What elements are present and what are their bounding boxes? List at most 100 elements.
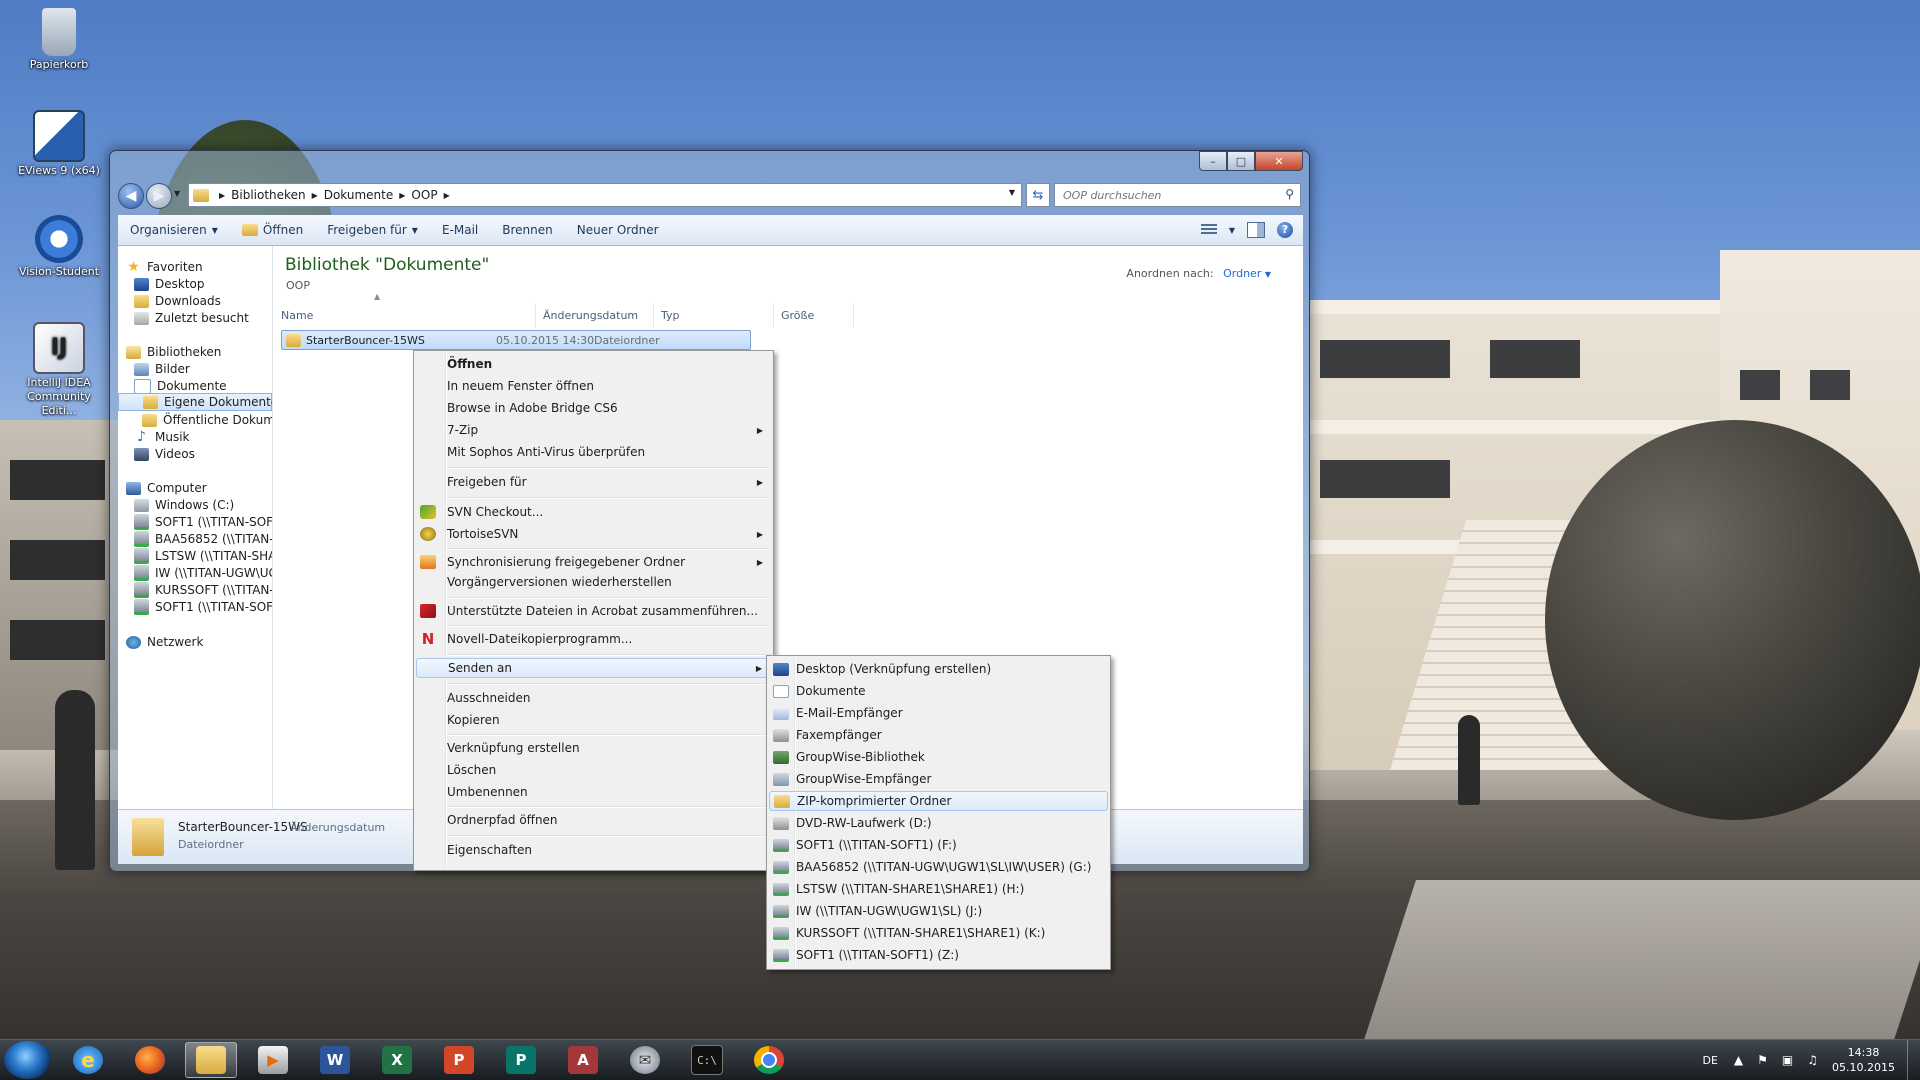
recent-pages-dropdown-icon[interactable]: ▼	[174, 189, 180, 198]
taskbar-chrome[interactable]	[743, 1042, 795, 1078]
taskbar-word[interactable]: W	[309, 1042, 361, 1078]
desktop-icon-recycle-bin[interactable]: Papierkorb	[11, 8, 107, 72]
sendto-zip-folder[interactable]: ZIP-komprimierter Ordner	[769, 791, 1108, 811]
nav-item-drive-j[interactable]: IW (\\TITAN-UGW\UGW1\SL) (J:)	[134, 564, 272, 582]
menu-item-sync-shared-folders[interactable]: Synchronisierung freigegebener Ordner ▶	[416, 552, 771, 572]
email-button[interactable]: E-Mail	[430, 223, 490, 237]
taskbar-excel[interactable]: X	[371, 1042, 423, 1078]
column-header-name[interactable]: Name	[274, 303, 536, 327]
taskbar-access[interactable]: A	[557, 1042, 609, 1078]
show-desktop-button[interactable]	[1907, 1040, 1920, 1080]
forward-button[interactable]: ▶	[146, 183, 172, 209]
sendto-drive-j[interactable]: IW (\\TITAN-UGW\UGW1\SL) (J:)	[769, 901, 1108, 921]
view-options-icon[interactable]	[1200, 224, 1217, 236]
menu-item-restore-previous[interactable]: Vorgängerversionen wiederherstellen	[416, 572, 771, 592]
menu-item-tortoisesvn[interactable]: TortoiseSVN ▶	[416, 524, 771, 544]
address-bar[interactable]: ▶ Bibliotheken ▶ Dokumente ▶ OOP ▶ ▼	[188, 183, 1022, 207]
sendto-drive-f[interactable]: SOFT1 (\\TITAN-SOFT1) (F:)	[769, 835, 1108, 855]
nav-item-pictures[interactable]: Bilder	[134, 360, 190, 378]
taskbar-mail[interactable]: ✉	[619, 1042, 671, 1078]
menu-item-novell-copy[interactable]: N Novell-Dateikopierprogramm...	[416, 629, 771, 649]
menu-item-open-folder-path[interactable]: Ordnerpfad öffnen	[416, 810, 771, 830]
network-status-icon[interactable]: ▣	[1782, 1053, 1793, 1067]
back-button[interactable]: ◀	[118, 183, 144, 209]
arrange-by-dropdown[interactable]: Ordner ▼	[1223, 267, 1271, 280]
nav-item-libraries[interactable]: Bibliotheken	[126, 343, 221, 361]
nav-item-public-documents[interactable]: Öffentliche Dokumente	[142, 411, 272, 429]
search-box[interactable]: ⚲	[1054, 183, 1301, 207]
help-icon[interactable]: ?	[1277, 222, 1293, 238]
menu-item-share-with[interactable]: Freigeben für ▶	[416, 472, 771, 492]
burn-button[interactable]: Brennen	[490, 223, 564, 237]
language-indicator[interactable]: DE	[1702, 1054, 1717, 1067]
sendto-drive-z[interactable]: SOFT1 (\\TITAN-SOFT1) (Z:)	[769, 945, 1108, 965]
nav-item-favorites[interactable]: ★ Favoriten	[126, 258, 202, 276]
volume-icon[interactable]: ♫	[1807, 1053, 1818, 1067]
nav-item-drive-z[interactable]: SOFT1 (\\TITAN-SOFT1) (Z:)	[134, 598, 272, 616]
chevron-right-icon[interactable]: ▶	[444, 191, 450, 200]
start-button[interactable]	[4, 1041, 52, 1079]
sendto-drive-h[interactable]: LSTSW (\\TITAN-SHARE1\SHARE1) (H:)	[769, 879, 1108, 899]
nav-item-drive-c[interactable]: Windows (C:)	[134, 496, 234, 514]
sendto-drive-k[interactable]: KURSSOFT (\\TITAN-SHARE1\SHARE1) (K:)	[769, 923, 1108, 943]
desktop-icon-vision[interactable]: Vision-Student	[11, 215, 107, 279]
taskbar-powerpoint[interactable]: P	[433, 1042, 485, 1078]
nav-item-drive-k[interactable]: KURSSOFT (\\TITAN-SHARE1\SHARE1) (K:)	[134, 581, 272, 599]
breadcrumb-bibliotheken[interactable]: Bibliotheken	[231, 188, 305, 202]
menu-item-adobe-bridge[interactable]: Browse in Adobe Bridge CS6	[416, 398, 771, 418]
sendto-fax-recipient[interactable]: Faxempfänger	[769, 725, 1108, 745]
menu-item-create-shortcut[interactable]: Verknüpfung erstellen	[416, 738, 771, 758]
sendto-groupwise-recipient[interactable]: GroupWise-Empfänger	[769, 769, 1108, 789]
breadcrumb-oop[interactable]: OOP	[411, 188, 437, 202]
preview-pane-icon[interactable]	[1247, 222, 1265, 238]
column-header-date[interactable]: Änderungsdatum	[536, 303, 654, 327]
taskbar-internet-explorer[interactable]: e	[62, 1042, 114, 1078]
breadcrumb-dokumente[interactable]: Dokumente	[324, 188, 394, 202]
search-icon[interactable]: ⚲	[1285, 187, 1294, 201]
menu-item-copy[interactable]: Kopieren	[416, 710, 771, 730]
menu-item-open[interactable]: Öffnen	[416, 354, 771, 374]
menu-item-send-to[interactable]: Senden an ▶	[416, 658, 771, 678]
sendto-mail-recipient[interactable]: E-Mail-Empfänger	[769, 703, 1108, 723]
taskbar-media-player[interactable]: ▶	[247, 1042, 299, 1078]
sendto-drive-g[interactable]: BAA56852 (\\TITAN-UGW\UGW1\SL\IW\USER) (…	[769, 857, 1108, 877]
nav-item-drive-g[interactable]: BAA56852 (\\TITAN-UGW\UGW1\SL\IW\USER) (…	[134, 530, 272, 548]
new-folder-button[interactable]: Neuer Ordner	[565, 223, 671, 237]
menu-item-delete[interactable]: Löschen	[416, 760, 771, 780]
refresh-button[interactable]: ⇆	[1026, 183, 1050, 207]
show-hidden-icons-icon[interactable]: ▲	[1734, 1053, 1743, 1067]
sendto-dvd-drive[interactable]: DVD-RW-Laufwerk (D:)	[769, 813, 1108, 833]
taskbar-publisher[interactable]: P	[495, 1042, 547, 1078]
column-header-size[interactable]: Größe	[774, 303, 854, 327]
menu-item-properties[interactable]: Eigenschaften	[416, 840, 771, 860]
minimize-button[interactable]: –	[1199, 151, 1227, 171]
nav-item-my-documents[interactable]: Eigene Dokumente	[118, 393, 272, 411]
nav-item-music[interactable]: ♪ Musik	[134, 428, 189, 446]
taskbar-command-prompt[interactable]: C:\	[681, 1042, 733, 1078]
chevron-right-icon[interactable]: ▶	[312, 191, 318, 200]
sendto-documents[interactable]: Dokumente	[769, 681, 1108, 701]
nav-item-desktop[interactable]: Desktop	[134, 275, 205, 293]
nav-item-drive-h[interactable]: LSTSW (\\TITAN-SHARE1\SHARE1) (H:)	[134, 547, 272, 565]
column-header-type[interactable]: Typ	[654, 303, 774, 327]
sendto-desktop[interactable]: Desktop (Verknüpfung erstellen)	[769, 659, 1108, 679]
nav-item-network[interactable]: Netzwerk	[126, 633, 203, 651]
address-dropdown-icon[interactable]: ▼	[1009, 188, 1015, 197]
nav-item-drive-f[interactable]: SOFT1 (\\TITAN-SOFT1) (F:)	[134, 513, 272, 531]
menu-item-acrobat-combine[interactable]: Unterstützte Dateien in Acrobat zusammen…	[416, 601, 771, 621]
desktop-icon-intellij[interactable]: IntelliJ IDEA Community Editi...	[11, 322, 107, 418]
taskbar-firefox[interactable]	[124, 1042, 176, 1078]
sendto-groupwise-library[interactable]: GroupWise-Bibliothek	[769, 747, 1108, 767]
close-button[interactable]: ✕	[1255, 151, 1303, 171]
chevron-right-icon[interactable]: ▶	[399, 191, 405, 200]
action-center-flag-icon[interactable]: ⚑	[1757, 1053, 1768, 1067]
chevron-down-icon[interactable]: ▼	[1229, 226, 1235, 235]
file-row[interactable]: StarterBouncer-15WS 05.10.2015 14:30 Dat…	[281, 330, 751, 350]
menu-item-open-new-window[interactable]: In neuem Fenster öffnen	[416, 376, 771, 396]
menu-item-rename[interactable]: Umbenennen	[416, 782, 771, 802]
menu-item-7zip[interactable]: 7-Zip ▶	[416, 420, 771, 440]
nav-item-computer[interactable]: Computer	[126, 479, 207, 497]
menu-item-cut[interactable]: Ausschneiden	[416, 688, 771, 708]
search-input[interactable]	[1061, 187, 1275, 203]
share-button[interactable]: Freigeben für ▼	[315, 223, 430, 237]
